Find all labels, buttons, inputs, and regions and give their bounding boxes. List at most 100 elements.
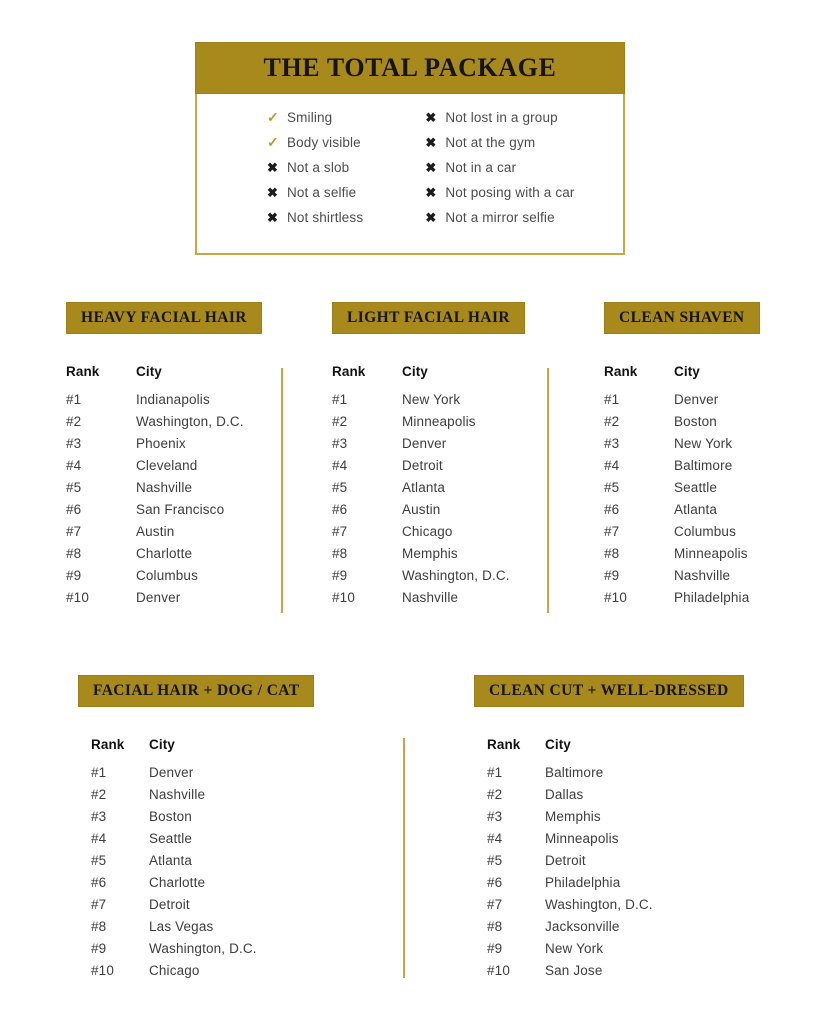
cell-rank: #9 <box>604 568 620 584</box>
cell-rank: #7 <box>332 524 348 540</box>
table-row: #7 Chicago <box>332 524 525 546</box>
checklist-item-label: Smiling <box>287 110 333 125</box>
cell-city: Detroit <box>149 897 190 913</box>
cross-icon: ✖ <box>267 185 279 200</box>
cell-rank: #3 <box>332 436 348 452</box>
cell-rank: #2 <box>66 414 82 430</box>
cell-rank: #2 <box>91 787 107 803</box>
cell-rank: #4 <box>66 458 82 474</box>
cell-city: Minneapolis <box>402 414 476 430</box>
table-row: #6 Charlotte <box>91 875 314 897</box>
checklist-column-left: ✓ Smiling ✓ Body visible ✖ Not a slob ✖ Not a s… <box>197 110 405 235</box>
cell-city: Chicago <box>402 524 453 540</box>
table-row: #3 Phoenix <box>66 436 262 458</box>
table-row: #9 Nashville <box>604 568 760 590</box>
cell-city: Cleveland <box>136 458 198 474</box>
cell-city: Austin <box>136 524 175 540</box>
cell-city: Columbus <box>674 524 736 540</box>
cell-rank: #4 <box>332 458 348 474</box>
cell-city: Atlanta <box>674 502 718 518</box>
cell-rank: #3 <box>91 809 107 825</box>
cell-rank: #10 <box>91 963 114 979</box>
section-title-badge: CLEAN SHAVEN <box>604 302 760 335</box>
cell-city: Denver <box>136 590 181 606</box>
column-headers: Rank City <box>66 364 262 379</box>
column-headers: Rank City <box>332 364 525 379</box>
table-row: #8 Charlotte <box>66 546 262 568</box>
cell-city: Washington, D.C. <box>136 414 244 430</box>
cell-city: Seattle <box>149 831 193 847</box>
checklist-item-label: Not shirtless <box>287 210 364 225</box>
table-row: #9 Washington, D.C. <box>91 941 314 963</box>
table-row: #9 Columbus <box>66 568 262 590</box>
checklist-item: ✖ Not at the gym <box>425 135 623 160</box>
column-header-rank: Rank <box>66 364 100 380</box>
table-row: #3 New York <box>604 436 760 458</box>
column-header-city: City <box>149 737 175 753</box>
cell-rank: #1 <box>66 392 82 408</box>
cell-city: Phoenix <box>136 436 186 452</box>
table-row: #5 Seattle <box>604 480 760 502</box>
cell-rank: #9 <box>487 941 503 957</box>
checklist-item: ✓ Smiling <box>267 110 405 135</box>
cell-rank: #6 <box>66 502 82 518</box>
checklist-item-label: Not in a car <box>445 160 517 175</box>
cell-rank: #3 <box>604 436 620 452</box>
table-row: #2 Boston <box>604 414 760 436</box>
ranking-list: #1 Baltimore #2 Dallas #3 Memphis #4 Minneapoli… <box>474 765 744 985</box>
cell-city: Jacksonville <box>545 919 620 935</box>
cell-rank: #3 <box>487 809 503 825</box>
cell-rank: #6 <box>487 875 503 891</box>
column-divider <box>403 738 405 978</box>
table-row: #10 Chicago <box>91 963 314 985</box>
ranking-list: #1 Indianapolis #2 Washington, D.C. #3 Phoeni… <box>66 392 262 612</box>
column-header-rank: Rank <box>604 364 638 380</box>
cell-city: Indianapolis <box>136 392 210 408</box>
checklist-item: ✓ Body visible <box>267 135 405 160</box>
cell-rank: #7 <box>487 897 503 913</box>
checklist-item: ✖ Not in a car <box>425 160 623 185</box>
cell-rank: #1 <box>487 765 503 781</box>
cell-city: San Jose <box>545 963 603 979</box>
table-row: #1 Indianapolis <box>66 392 262 414</box>
table-row: #2 Nashville <box>91 787 314 809</box>
cell-rank: #5 <box>66 480 82 496</box>
cell-city: Denver <box>149 765 194 781</box>
table-row: #2 Minneapolis <box>332 414 525 436</box>
cell-rank: #8 <box>332 546 348 562</box>
cell-rank: #8 <box>66 546 82 562</box>
cell-rank: #5 <box>487 853 503 869</box>
total-package-header: THE TOTAL PACKAGE <box>195 42 625 94</box>
cell-city: Denver <box>674 392 719 408</box>
table-row: #4 Baltimore <box>604 458 760 480</box>
cell-rank: #4 <box>487 831 503 847</box>
checklist-item-label: Not a mirror selfie <box>445 210 555 225</box>
table-row: #8 Las Vegas <box>91 919 314 941</box>
cell-city: Philadelphia <box>545 875 621 891</box>
checklist-item-label: Body visible <box>287 135 361 150</box>
cell-city: Memphis <box>545 809 601 825</box>
cell-rank: #9 <box>332 568 348 584</box>
table-row: #10 San Jose <box>487 963 744 985</box>
table-row: #6 Atlanta <box>604 502 760 524</box>
table-row: #1 Denver <box>604 392 760 414</box>
section-title-badge: HEAVY FACIAL HAIR <box>66 302 262 335</box>
cell-city: Austin <box>402 502 441 518</box>
table-row: #4 Seattle <box>91 831 314 853</box>
cell-rank: #3 <box>66 436 82 452</box>
cross-icon: ✖ <box>425 110 437 125</box>
cell-rank: #2 <box>487 787 503 803</box>
cell-city: Seattle <box>674 480 718 496</box>
table-row: #4 Minneapolis <box>487 831 744 853</box>
cell-city: San Francisco <box>136 502 225 518</box>
cell-city: Nashville <box>402 590 459 606</box>
checklist-item-label: Not posing with a car <box>445 185 575 200</box>
cell-rank: #10 <box>604 590 627 606</box>
table-row: #6 Austin <box>332 502 525 524</box>
table-row: #5 Atlanta <box>91 853 314 875</box>
section-clean-shaven: CLEAN SHAVEN Rank City #1 Denver #2 Boston #… <box>604 302 760 612</box>
cell-city: Boston <box>674 414 717 430</box>
column-headers: Rank City <box>604 364 760 379</box>
cell-city: Columbus <box>136 568 198 584</box>
table-row: #9 New York <box>487 941 744 963</box>
